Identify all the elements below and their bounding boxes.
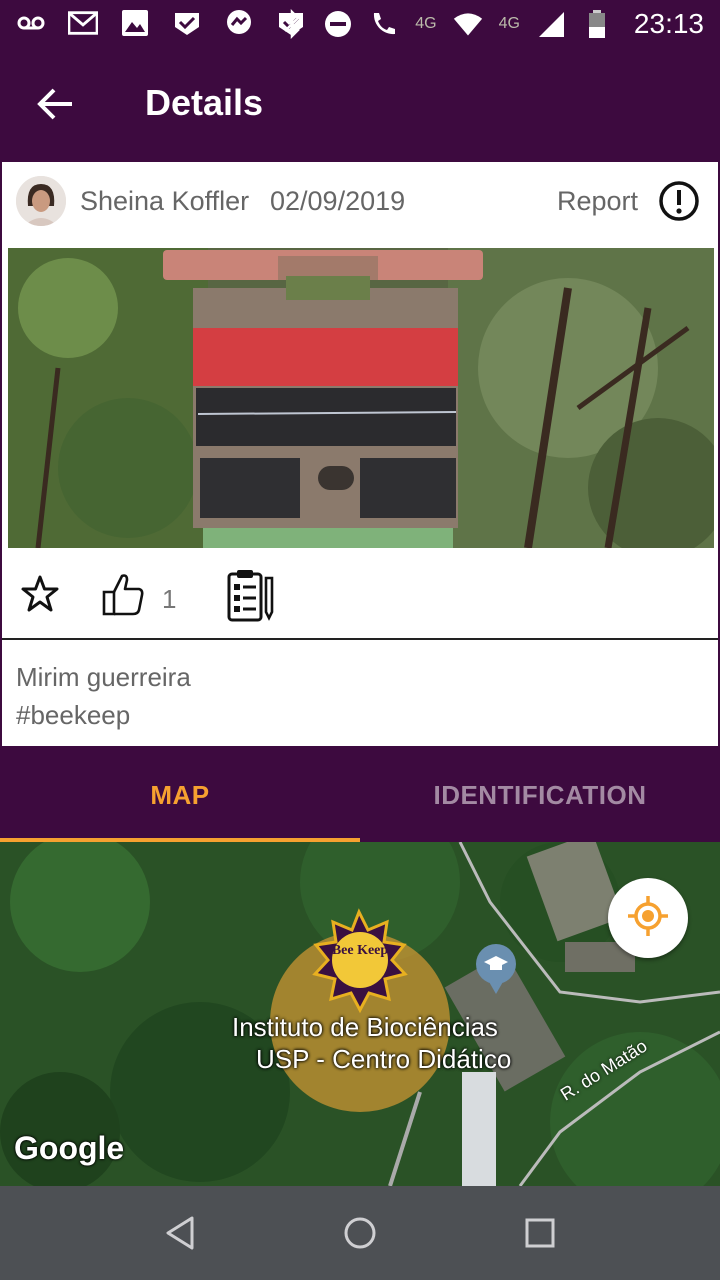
post-hashtag[interactable]: #beekeep (16, 700, 130, 731)
post-date: 02/09/2019 (270, 186, 406, 216)
post-card: Sheina Koffler 02/09/2019 Report 1 Mirim… (2, 162, 718, 746)
call-4g-icon (369, 9, 399, 39)
bluetooth-icon (277, 9, 307, 39)
locate-button[interactable] (608, 878, 688, 958)
post-actions: 1 (2, 560, 718, 634)
marker-text: Bee Keep (332, 943, 389, 958)
report-icon[interactable] (658, 180, 700, 222)
status-bar: 4G 4G 23:13 (0, 0, 720, 50)
google-attribution: Google (14, 1130, 125, 1166)
divider (2, 638, 718, 640)
avatar[interactable] (16, 176, 66, 226)
network-type-label: 4G (498, 15, 520, 32)
nav-home-icon[interactable] (339, 1212, 381, 1254)
star-icon[interactable] (20, 574, 60, 614)
like-icon[interactable] (100, 570, 146, 618)
battery-icon (582, 9, 612, 39)
signal-icon (536, 9, 566, 39)
map-place-label: USP - Centro Didático (256, 1044, 512, 1074)
back-arrow-icon[interactable] (36, 84, 76, 124)
post-photo[interactable] (8, 248, 714, 548)
tab-bar: MAP IDENTIFICATION (0, 748, 720, 842)
author-name[interactable]: Sheina Koffler (80, 186, 249, 217)
notification-icons (16, 8, 306, 38)
report-button[interactable]: Report (557, 186, 638, 217)
nav-recents-icon[interactable] (519, 1212, 561, 1254)
like-count: 1 (162, 584, 177, 614)
image-icon (120, 8, 150, 38)
system-nav-bar (0, 1186, 720, 1280)
voicemail-icon (16, 8, 46, 38)
gmail-icon (68, 8, 98, 38)
messenger-icon (224, 8, 254, 38)
clock: 23:13 (633, 8, 704, 39)
app-bar: Details (0, 50, 720, 160)
tab-map[interactable]: MAP (0, 748, 360, 842)
page-title: Details (145, 82, 264, 123)
clipboard-icon[interactable] (226, 568, 276, 622)
network-type-label: 4G (415, 15, 437, 32)
post-description: Mirim guerreira (16, 662, 191, 692)
locate-icon (625, 893, 671, 944)
map-place-label: Instituto de Biociências (232, 1012, 498, 1042)
do-not-disturb-icon (323, 9, 353, 39)
tab-identification[interactable]: IDENTIFICATION (360, 748, 720, 842)
wifi-icon (453, 9, 483, 39)
nav-back-icon[interactable] (160, 1212, 202, 1254)
map-view[interactable]: Bee Keep Instituto de Biociências USP - … (0, 842, 720, 1186)
task-icon (172, 8, 202, 38)
system-icons: 4G 4G 23:13 (277, 8, 704, 40)
